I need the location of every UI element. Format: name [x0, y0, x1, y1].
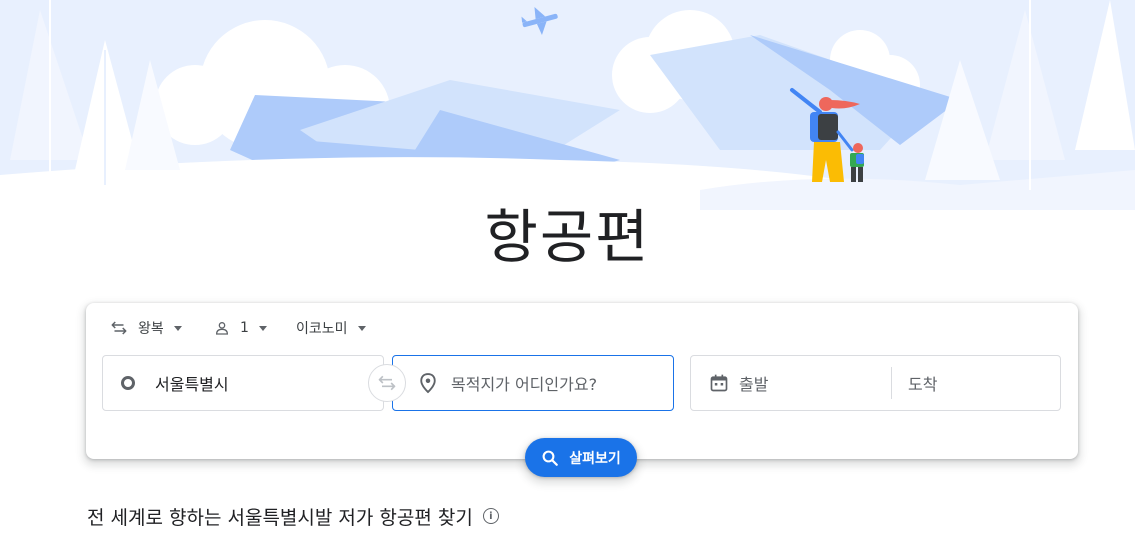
section-heading-text: 전 세계로 향하는 서울특별시발 저가 항공편 찾기 [87, 506, 473, 529]
hero-illustration [0, 0, 1135, 210]
trip-type-label: 왕복 [138, 321, 164, 337]
person-icon [215, 322, 229, 335]
location-pin-icon [420, 373, 436, 394]
depart-date-input[interactable]: 출발 [709, 371, 891, 395]
explore-button-label: 살펴보기 [569, 450, 621, 467]
swap-arrows-icon [378, 375, 396, 391]
chevron-down-icon [258, 325, 267, 331]
calendar-icon [710, 374, 728, 392]
date-range-field[interactable]: 출발 도착 [690, 355, 1061, 411]
trip-type-select[interactable]: 왕복 [110, 317, 182, 339]
origin-circle-icon [121, 376, 135, 390]
destination-placeholder: 목적지가 어디인가요? [451, 375, 598, 394]
depart-date-label: 출발 [739, 375, 769, 394]
info-icon[interactable]: i [482, 508, 499, 524]
passenger-count-label: 1 [240, 320, 249, 336]
origin-input[interactable]: 서울특별시 [102, 355, 384, 411]
origin-value: 서울특별시 [155, 375, 229, 394]
swap-origin-destination-button[interactable] [368, 364, 406, 402]
return-date-label: 도착 [908, 375, 938, 394]
chevron-down-icon [173, 325, 182, 331]
cabin-class-select[interactable]: 이코노미 [296, 317, 366, 339]
explore-button[interactable]: 살펴보기 [525, 438, 637, 477]
passenger-count-select[interactable]: 1 [214, 317, 267, 339]
search-icon [542, 450, 559, 466]
return-date-input[interactable]: 도착 [892, 371, 937, 395]
chevron-down-icon [357, 325, 366, 331]
page-title: 항공편 [484, 203, 651, 271]
destination-input[interactable]: 목적지가 어디인가요? [392, 355, 674, 411]
cabin-class-label: 이코노미 [296, 321, 348, 337]
section-heading: 전 세계로 향하는 서울특별시발 저가 항공편 찾기 i [87, 502, 499, 530]
flight-search-panel: 왕복 1 이코노미 서울특별시 목적지가 어디인가요? 출발 도착 [86, 303, 1078, 459]
swap-arrows-icon [111, 321, 127, 335]
